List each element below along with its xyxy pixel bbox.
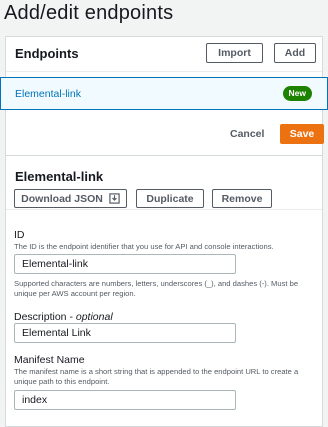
detail-title: Elemental-link (15, 169, 104, 184)
optional-label: optional (75, 311, 113, 323)
id-constraint: Supported characters are numbers, letter… (14, 279, 299, 298)
description-label: Description - optional (14, 311, 113, 323)
id-description: The ID is the endpoint identifier that y… (14, 242, 274, 251)
manifest-name-input[interactable] (14, 390, 236, 410)
add-button[interactable]: Add (274, 43, 316, 63)
download-json-button[interactable]: Download JSON (14, 189, 127, 208)
id-label: ID (14, 229, 25, 241)
download-json-label: Download JSON (21, 192, 103, 205)
remove-button[interactable]: Remove (212, 189, 272, 208)
endpoint-row[interactable]: Elemental-link New (0, 77, 328, 110)
duplicate-button[interactable]: Duplicate (136, 189, 204, 208)
description-label-text: Description (14, 311, 67, 323)
description-separator: - (66, 311, 76, 323)
id-input[interactable] (14, 254, 236, 274)
detail-header: Elemental-link Download JSON Duplicate R… (6, 156, 322, 210)
manifest-name-label: Manifest Name (14, 354, 85, 366)
endpoints-header: Endpoints Import Add (6, 37, 322, 72)
save-button[interactable]: Save (280, 124, 324, 144)
new-badge: New (282, 86, 312, 101)
endpoints-title: Endpoints (15, 46, 79, 61)
endpoint-link[interactable]: Elemental-link (15, 88, 81, 100)
download-icon (109, 193, 120, 204)
endpoints-panel: Endpoints Import Add Elemental-link New (0, 36, 328, 158)
page-title: Add/edit endpoints (4, 2, 174, 24)
manifest-name-description: The manifest name is a short string that… (14, 367, 299, 386)
import-button[interactable]: Import (206, 43, 263, 63)
endpoint-detail-panel: Elemental-link Download JSON Duplicate R… (5, 155, 323, 427)
cancel-button[interactable]: Cancel (224, 127, 270, 141)
description-input[interactable] (14, 323, 236, 343)
